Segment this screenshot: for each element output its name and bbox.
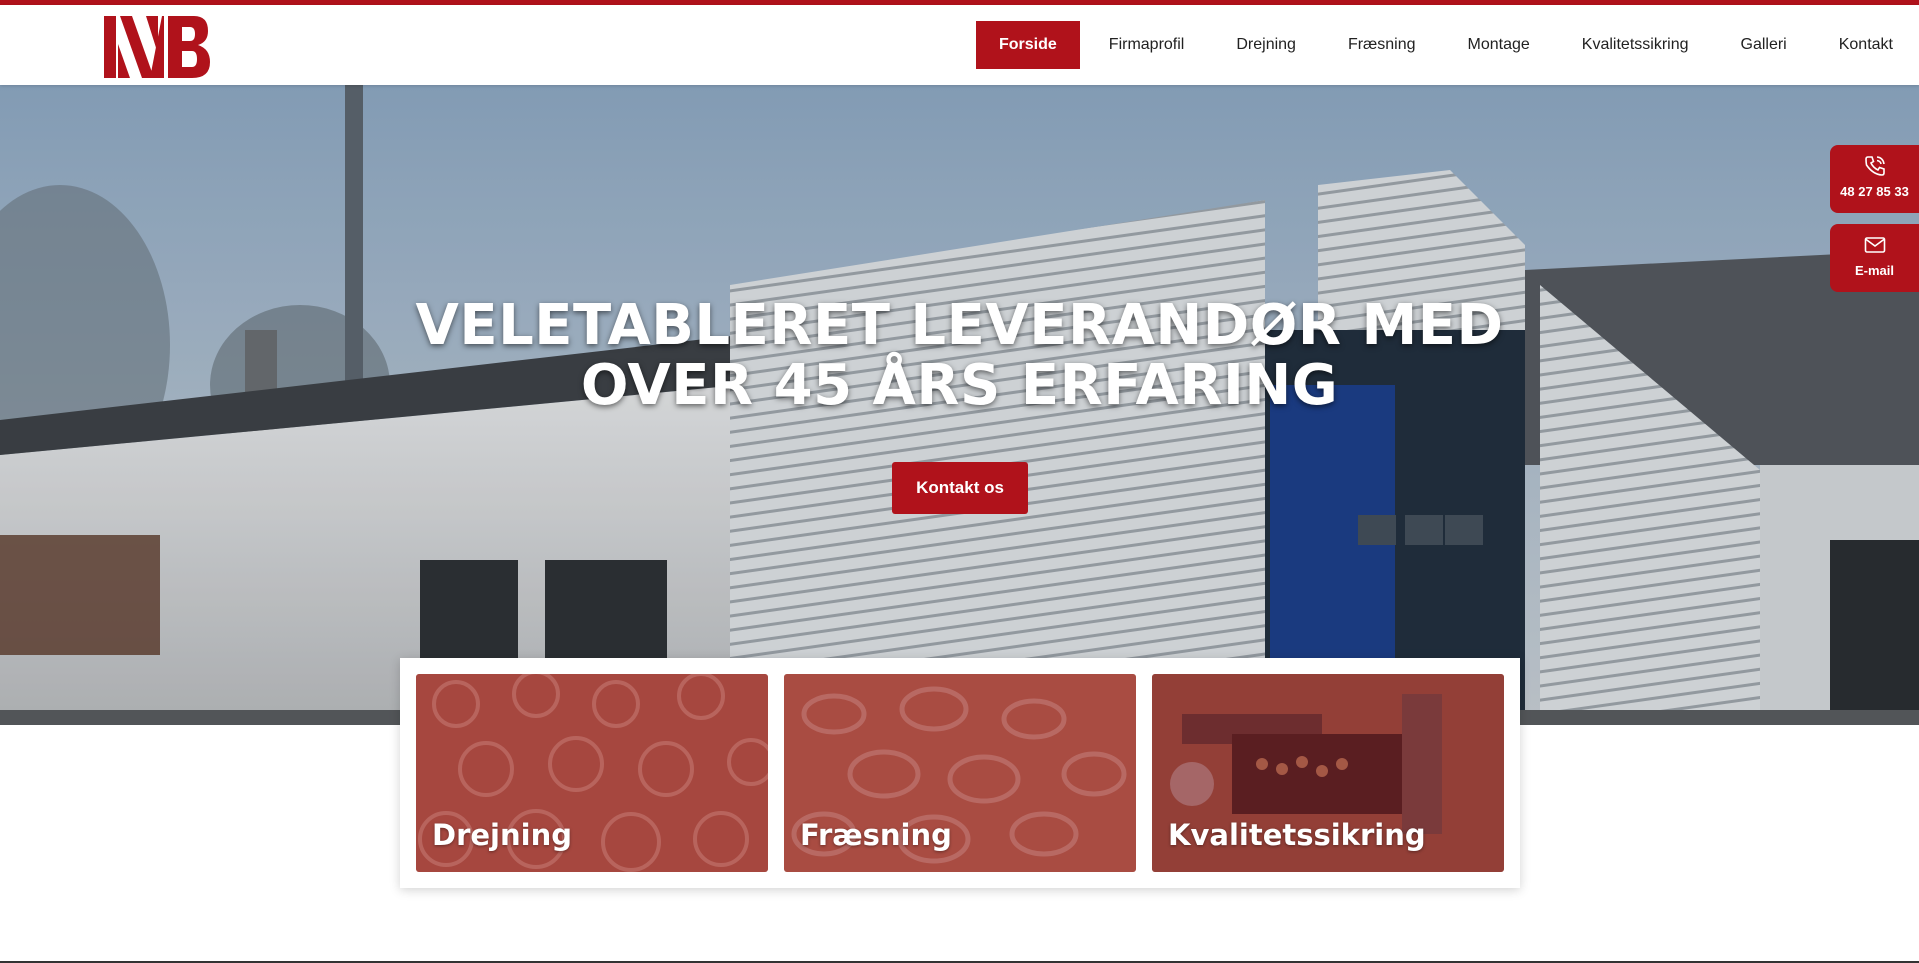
hero-title-line2: OVER 45 ÅRS ERFARING [580,353,1339,418]
side-email-button[interactable]: E-mail [1830,224,1919,292]
side-phone-button[interactable]: 48 27 85 33 [1830,145,1919,213]
logo[interactable] [102,14,212,80]
main-nav: Forside Firmaprofil Drejning Fræsning Mo… [976,21,1919,69]
nav-item-fraesning[interactable]: Fræsning [1322,21,1442,69]
nav-item-drejning[interactable]: Drejning [1210,21,1322,69]
nav-item-galleri[interactable]: Galleri [1715,21,1813,69]
phone-icon [1864,156,1885,176]
nav-item-kontakt[interactable]: Kontakt [1813,21,1919,69]
service-card-label: Drejning [432,818,572,852]
site-header: Forside Firmaprofil Drejning Fræsning Mo… [0,5,1919,85]
nav-item-forside[interactable]: Forside [976,21,1080,69]
service-card-label: Fræsning [800,818,952,852]
nav-item-firmaprofil[interactable]: Firmaprofil [1083,21,1211,69]
mail-icon [1864,237,1885,253]
contact-us-button[interactable]: Kontakt os [892,462,1028,514]
nav-item-kvalitetssikring[interactable]: Kvalitetssikring [1556,21,1715,69]
service-card-fraesning[interactable]: Fræsning [784,674,1136,872]
hero-banner: VELETABLERET LEVERANDØR MED OVER 45 ÅRS … [0,85,1919,725]
nav-item-montage[interactable]: Montage [1442,21,1556,69]
hero-title: VELETABLERET LEVERANDØR MED OVER 45 ÅRS … [0,296,1919,416]
service-card-kvalitetssikring[interactable]: Kvalitetssikring [1152,674,1504,872]
hero-title-line1: VELETABLERET LEVERANDØR MED [415,293,1504,358]
phone-number: 48 27 85 33 [1840,184,1909,199]
service-card-drejning[interactable]: Drejning [416,674,768,872]
service-card-label: Kvalitetssikring [1168,818,1426,852]
email-label: E-mail [1854,263,1894,278]
service-cards: Drejning Fræsning Kvalitetssikring [400,658,1520,888]
